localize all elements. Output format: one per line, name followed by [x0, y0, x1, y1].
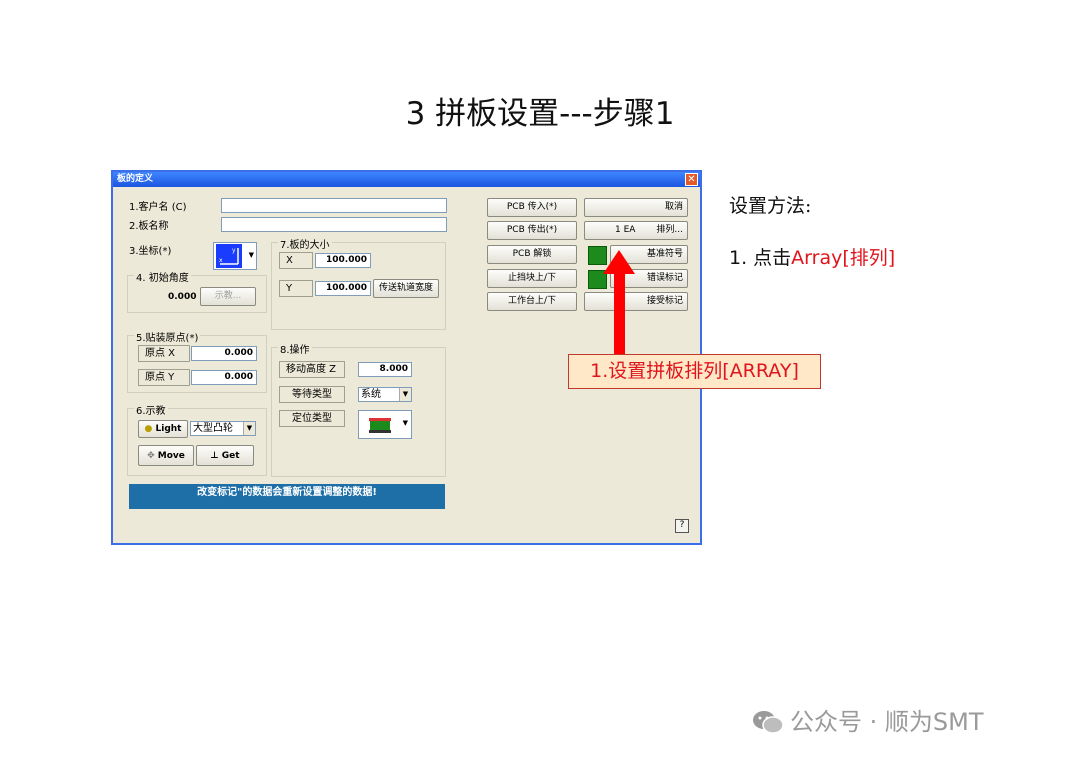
board-name-input[interactable] — [221, 217, 447, 232]
position-type-label: 定位类型 — [279, 410, 345, 427]
array-button-label: 排列... — [656, 225, 683, 235]
slide-title: 3 拼板设置---步骤1 — [405, 96, 675, 132]
initial-angle-group-title: 4. 初始角度 — [134, 269, 191, 284]
svg-text:y: y — [232, 247, 236, 254]
get-button[interactable]: ⊥ Get — [196, 445, 254, 466]
coordinate-axes-icon: x y — [216, 244, 242, 268]
pcb-in-button[interactable]: PCB 传入(*) — [487, 198, 577, 217]
position-type-select[interactable]: ▼ — [358, 410, 412, 439]
dialog-titlebar: 板的定义 — [113, 172, 700, 187]
origin-x-input[interactable]: 0.000 — [191, 346, 257, 361]
chevron-down-icon: ▼ — [243, 422, 255, 435]
board-name-label: 2.板名称 — [129, 221, 169, 232]
show-button[interactable]: 示教... — [200, 287, 256, 306]
chevron-down-icon: ▼ — [402, 419, 408, 427]
wait-type-select[interactable]: 系统 ▼ — [358, 387, 412, 402]
move-button[interactable]: ✥ Move — [138, 445, 194, 466]
move-height-input[interactable]: 8.000 — [358, 362, 412, 377]
size-x-input[interactable]: 100.000 — [315, 253, 371, 268]
close-button[interactable]: ✕ — [685, 173, 698, 186]
watermark: 公众号 · 顺为SMT — [752, 702, 984, 737]
initial-angle-value: 0.000 — [168, 292, 197, 302]
origin-y-label: 原点 Y — [138, 369, 190, 386]
light-button-label: Light — [155, 424, 182, 434]
table-button[interactable]: 工作台上/下 — [487, 292, 577, 311]
wechat-icon — [753, 711, 784, 734]
accept-mark-button[interactable]: 接受标记 — [584, 292, 688, 311]
get-measure-icon: ⊥ — [210, 451, 219, 461]
watermark-text: 公众号 · 顺为SMT — [790, 708, 984, 736]
annotation-callout: 1.设置拼板排列[ARRAY] — [568, 354, 821, 389]
notes-step-highlight: Array[排列] — [791, 247, 896, 269]
notes-step: 1. 点击Array[排列] — [729, 243, 895, 270]
status-message: 改变标记"的数据会重新设置调整的数据! — [129, 484, 445, 509]
move-button-label: Move — [157, 451, 185, 461]
size-x-label: X — [279, 252, 313, 269]
coordinate-select[interactable]: x y ▼ — [213, 242, 257, 270]
array-count: 1 EA — [615, 225, 636, 235]
svg-text:x: x — [219, 257, 223, 264]
get-button-label: Get — [221, 451, 240, 461]
board-clamp-icon — [369, 418, 391, 433]
light-button[interactable]: ● Light — [138, 420, 188, 438]
stopper-button[interactable]: 止挡块上/下 — [487, 269, 577, 288]
customer-label: 1.客户名 (C) — [129, 202, 187, 213]
close-icon: ✕ — [687, 174, 696, 185]
notes-heading: 设置方法: — [729, 195, 812, 217]
wait-type-value: 系统 — [361, 389, 381, 400]
origin-x-label: 原点 X — [138, 345, 190, 362]
origin-group-title: 5.贴装原点(*) — [134, 329, 201, 344]
pcb-out-button[interactable]: PCB 传出(*) — [487, 221, 577, 240]
board-size-group-title: 7.板的大小 — [278, 236, 332, 251]
origin-y-input[interactable]: 0.000 — [191, 370, 257, 385]
chevron-down-icon: ▼ — [399, 388, 411, 401]
size-y-input[interactable]: 100.000 — [315, 281, 371, 296]
lens-select[interactable]: 大型凸轮 ▼ — [190, 421, 256, 436]
move-height-label: 移动高度 Z — [279, 361, 345, 378]
array-button[interactable]: 1 EA 排列... — [584, 221, 688, 240]
operation-group-title: 8.操作 — [278, 341, 312, 356]
pcb-unlock-button[interactable]: PCB 解锁 — [487, 245, 577, 264]
dialog-title: 板的定义 — [117, 174, 154, 184]
conveyor-width-button[interactable]: 传送轨道宽度 — [373, 279, 439, 298]
lens-select-value: 大型凸轮 — [193, 423, 233, 434]
cancel-button[interactable]: 取消 — [584, 198, 688, 217]
chevron-down-icon: ▼ — [248, 251, 254, 259]
annotation-arrow-shaft — [614, 268, 625, 358]
coordinate-label: 3.坐标(*) — [129, 246, 172, 257]
annotation-arrow-icon — [603, 250, 635, 274]
size-y-label: Y — [279, 280, 313, 297]
teach-group-title: 6.示教 — [134, 402, 168, 417]
light-bulb-icon: ● — [144, 424, 153, 434]
help-button[interactable]: ? — [675, 519, 689, 533]
notes-step-prefix: 1. 点击 — [729, 247, 792, 269]
wait-type-label: 等待类型 — [279, 386, 345, 403]
customer-input[interactable] — [221, 198, 447, 213]
move-arrows-icon: ✥ — [147, 451, 155, 461]
